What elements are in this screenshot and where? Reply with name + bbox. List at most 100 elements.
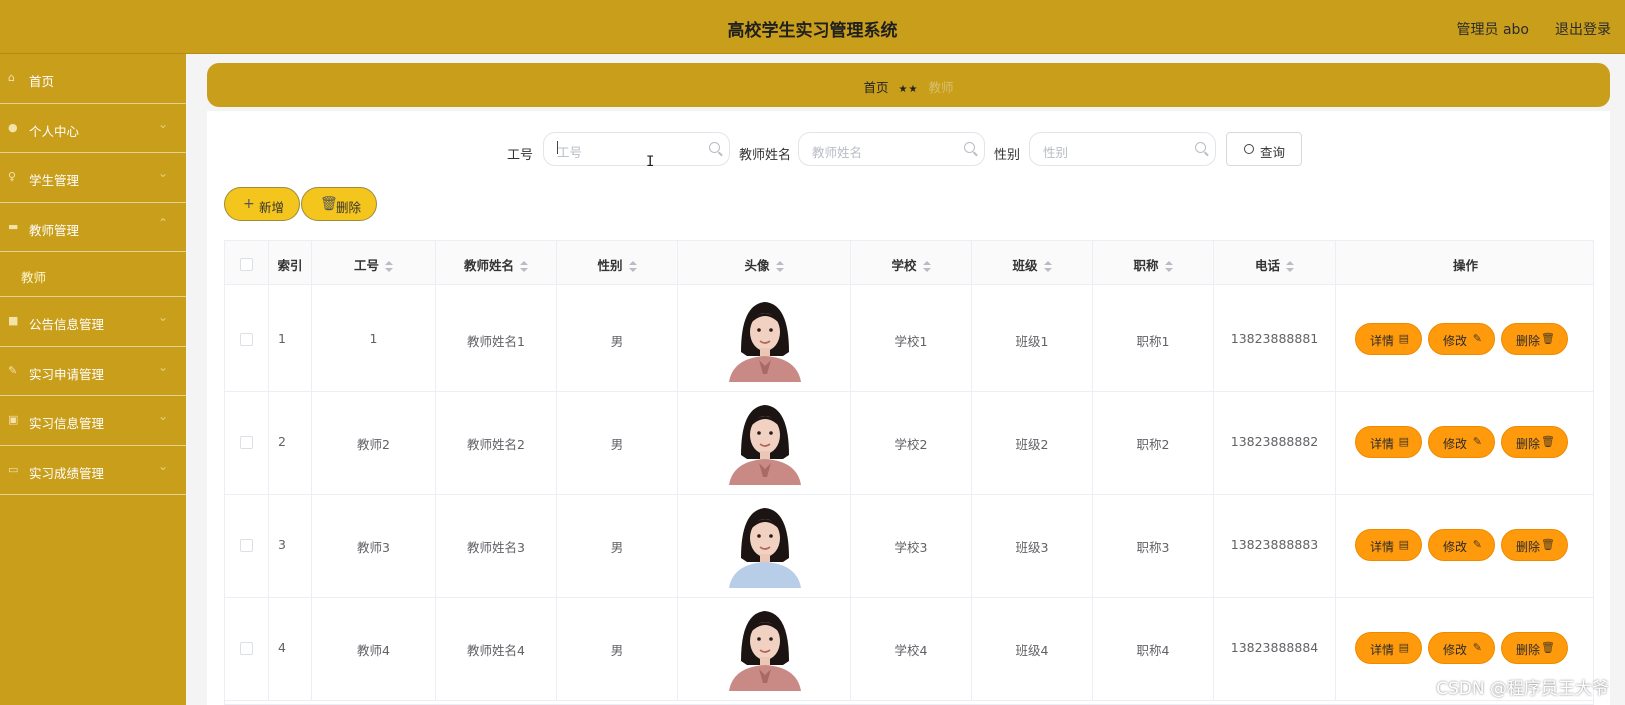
sort-icon[interactable] bbox=[385, 261, 393, 272]
cell-class: 班级1 bbox=[972, 285, 1093, 392]
col-class[interactable]: 班级 bbox=[972, 241, 1093, 285]
teacher-icon: ▬ bbox=[8, 219, 19, 233]
watermark: CSDN @程序员王大爷 bbox=[1436, 679, 1609, 699]
sidebar-item-student-management[interactable]: ♀ 学生管理 ⌄ bbox=[0, 153, 186, 203]
col-phone[interactable]: 电话 bbox=[1214, 241, 1336, 285]
sort-icon[interactable] bbox=[1043, 261, 1052, 272]
sidebar-item-home[interactable]: ⌂ 首页 bbox=[0, 54, 186, 104]
chevron-down-icon: ⌄ bbox=[157, 359, 168, 374]
detail-button[interactable]: 详情 ▤ bbox=[1355, 426, 1422, 458]
search-icon bbox=[1244, 144, 1254, 154]
delete-button[interactable]: 删除 🗑 bbox=[1501, 529, 1568, 561]
trash-icon: 🗑 bbox=[1541, 641, 1555, 654]
sort-icon[interactable] bbox=[1164, 261, 1173, 272]
search-label-name: 教师姓名 bbox=[739, 148, 792, 163]
edit-icon: ✎ bbox=[1472, 641, 1482, 654]
chevron-down-icon: ⌄ bbox=[157, 458, 168, 473]
cell-id: 1 bbox=[312, 285, 436, 392]
sidebar-item-internship-apply[interactable]: ✎ 实习申请管理 ⌄ bbox=[0, 347, 186, 396]
delete-button[interactable]: 删除 🗑 bbox=[1501, 323, 1568, 355]
avatar bbox=[723, 603, 807, 691]
row-checkbox[interactable] bbox=[240, 642, 253, 655]
edit-button[interactable]: 修改 ✎ bbox=[1428, 529, 1495, 561]
logout-link[interactable]: 退出登录 bbox=[1555, 19, 1611, 39]
sort-icon[interactable] bbox=[1286, 261, 1294, 272]
delete-button-label: 删除 bbox=[1516, 334, 1541, 348]
col-id[interactable]: 工号 bbox=[312, 241, 436, 285]
search-input-gender[interactable]: 性别 bbox=[1029, 132, 1216, 166]
table-row: 4 教师4 教师姓名4 男 学校4 班级4 职称4 13823888884 详情 ▤ 修改 ✎ 删除 🗑 bbox=[225, 594, 1593, 701]
sidebar-item-internship-info[interactable]: ▣ 实习信息管理 ⌄ bbox=[0, 396, 186, 446]
chevron-down-icon: ⌄ bbox=[157, 310, 168, 324]
sort-icon[interactable] bbox=[520, 261, 528, 272]
edit-button[interactable]: 修改 ✎ bbox=[1428, 426, 1495, 458]
col-name[interactable]: 教师姓名 bbox=[436, 241, 557, 285]
sidebar-item-teacher-management[interactable]: ▬ 教师管理 ⌃ bbox=[0, 203, 186, 252]
app-title: 高校学生实习管理系统 bbox=[727, 21, 898, 41]
sidebar-item-internship-score[interactable]: ▭ 实习成绩管理 ⌄ bbox=[0, 446, 186, 495]
cell-school: 学校1 bbox=[851, 285, 972, 392]
student-icon: ♀ bbox=[8, 170, 17, 183]
cell-id: 教师2 bbox=[312, 388, 436, 495]
sidebar-subitem-teacher[interactable]: 教师 bbox=[0, 252, 186, 297]
cell-idx: 1 bbox=[269, 285, 312, 392]
sort-icon[interactable] bbox=[628, 261, 637, 272]
detail-button-label: 详情 bbox=[1370, 540, 1395, 554]
col-avatar[interactable]: 头像 bbox=[678, 241, 851, 285]
row-checkbox[interactable] bbox=[240, 333, 253, 346]
col-label: 班级 bbox=[1012, 258, 1038, 273]
row-checkbox[interactable] bbox=[240, 539, 253, 552]
avatar-cell bbox=[678, 388, 851, 495]
cell-school: 学校2 bbox=[851, 388, 972, 495]
col-title[interactable]: 职称 bbox=[1093, 241, 1214, 285]
sort-icon[interactable] bbox=[775, 261, 784, 272]
avatar-cell bbox=[678, 594, 851, 701]
user-icon: ● bbox=[8, 120, 18, 134]
delete-label: 删除 bbox=[336, 200, 362, 215]
col-label: 教师姓名 bbox=[463, 258, 514, 273]
document-icon: ▤ bbox=[1398, 435, 1409, 448]
sidebar-item-notice-management[interactable]: ■ 公告信息管理 ⌄ bbox=[0, 297, 186, 347]
avatar bbox=[723, 294, 807, 382]
col-label: 工号 bbox=[353, 258, 379, 273]
detail-button[interactable]: 详情 ▤ bbox=[1355, 632, 1422, 664]
cell-idx: 2 bbox=[269, 388, 312, 495]
bulk-delete-button[interactable]: 🗑 删除 bbox=[301, 187, 377, 221]
sort-icon[interactable] bbox=[922, 261, 931, 272]
cell-name: 教师姓名1 bbox=[436, 285, 557, 392]
breadcrumb-current: 教师 bbox=[928, 80, 954, 95]
col-actions: 操作 bbox=[1452, 258, 1478, 273]
avatar bbox=[723, 500, 807, 588]
cell-class: 班级2 bbox=[972, 388, 1093, 495]
cell-gender: 男 bbox=[557, 594, 678, 701]
detail-button[interactable]: 详情 ▤ bbox=[1355, 323, 1422, 355]
delete-button[interactable]: 删除 🗑 bbox=[1501, 632, 1568, 664]
delete-button[interactable]: 删除 🗑 bbox=[1501, 426, 1568, 458]
breadcrumb: 首页 ★★ 教师 bbox=[207, 63, 1610, 107]
row-checkbox[interactable] bbox=[240, 436, 253, 449]
cell-title: 职称4 bbox=[1093, 594, 1214, 701]
cell-phone: 13823888882 bbox=[1214, 388, 1336, 495]
search-input-id[interactable]: 工号 bbox=[543, 132, 730, 166]
col-school[interactable]: 学校 bbox=[851, 241, 972, 285]
col-gender[interactable]: 性别 bbox=[557, 241, 678, 285]
select-all-checkbox[interactable] bbox=[240, 258, 253, 271]
sidebar-item-personal-center[interactable]: ● 个人中心 ⌄ bbox=[0, 104, 186, 153]
detail-button[interactable]: 详情 ▤ bbox=[1355, 529, 1422, 561]
edit-button[interactable]: 修改 ✎ bbox=[1428, 632, 1495, 664]
breadcrumb-home[interactable]: 首页 bbox=[864, 80, 889, 95]
edit-button[interactable]: 修改 ✎ bbox=[1428, 323, 1495, 355]
table-row: 1 1 教师姓名1 男学校1 班级1 职称1 13823888881 详情 ▤ 修改 ✎ 删除 🗑 bbox=[225, 285, 1593, 392]
col-label: 头像 bbox=[744, 258, 770, 273]
home-icon: ⌂ bbox=[8, 71, 15, 84]
sidebar-item-label: 实习信息管理 bbox=[29, 416, 105, 431]
search-placeholder: 性别 bbox=[1043, 145, 1069, 160]
cell-school: 学校3 bbox=[851, 491, 972, 598]
search-label-gender: 性别 bbox=[994, 148, 1021, 163]
query-label: 查询 bbox=[1260, 145, 1286, 160]
add-button[interactable]: + 新增 bbox=[224, 187, 300, 221]
actions-cell: 详情 ▤ 修改 ✎ 删除 🗑 bbox=[1336, 491, 1593, 598]
search-input-name[interactable]: 教师姓名 bbox=[798, 132, 985, 166]
query-button[interactable]: 查询 bbox=[1226, 132, 1302, 166]
search-placeholder: 工号 bbox=[557, 145, 583, 160]
